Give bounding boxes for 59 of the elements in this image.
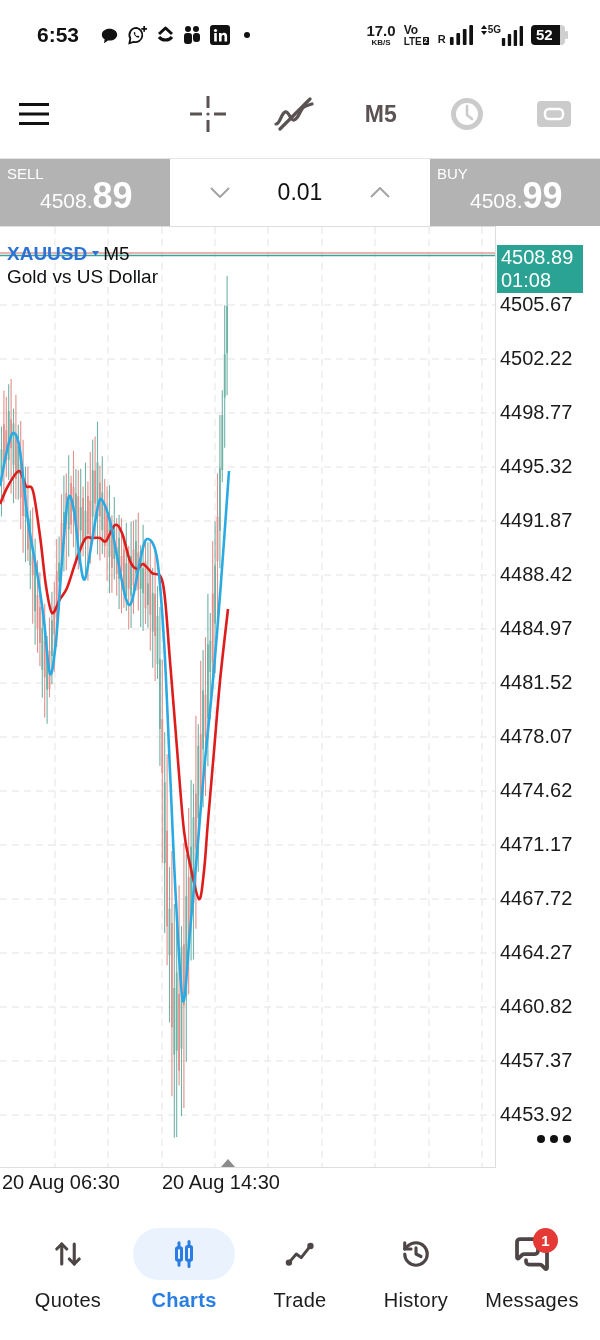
price-label: 4502.22 bbox=[500, 347, 573, 369]
price-label: 4478.07 bbox=[500, 725, 573, 747]
up-down-arrows-icon bbox=[480, 24, 487, 35]
volume-value[interactable]: 0.01 bbox=[277, 175, 323, 210]
price-label: 4481.52 bbox=[500, 671, 573, 693]
battery-level-text: 52 bbox=[536, 25, 553, 45]
history-icon bbox=[401, 1239, 431, 1269]
lte-label: LTE bbox=[403, 35, 422, 47]
price-label: 4474.62 bbox=[500, 779, 573, 801]
price-label: 4495.32 bbox=[500, 455, 573, 477]
menu-icon[interactable] bbox=[19, 103, 49, 125]
triangle-marker-icon[interactable] bbox=[221, 1159, 235, 1167]
price-label: 4467.72 bbox=[500, 887, 573, 909]
people-icon bbox=[183, 25, 202, 45]
chat-bubbles-icon bbox=[514, 1236, 550, 1272]
data-rate-unit: KB/S bbox=[371, 37, 391, 47]
nav-tab[interactable]: Charts bbox=[126, 1228, 242, 1340]
nav-tab[interactable]: Trade bbox=[242, 1228, 358, 1340]
signal-icon bbox=[448, 25, 473, 45]
squiggle-icon[interactable] bbox=[274, 97, 315, 131]
candlestick-icon bbox=[133, 1228, 235, 1280]
current-price: 4508.89 bbox=[501, 246, 575, 269]
volte-label: Vo bbox=[403, 23, 420, 36]
data-rate: 17.0 bbox=[366, 23, 396, 38]
symbol-description: Gold vs US Dollar bbox=[7, 265, 158, 289]
network-type: 5G bbox=[487, 24, 501, 35]
signal-icon bbox=[501, 26, 523, 46]
time-label: 20 Aug 06:30 bbox=[2, 1170, 120, 1193]
battery-icon bbox=[531, 25, 568, 45]
arrows-up-down-icon bbox=[53, 1239, 83, 1269]
status-time: 6:53 bbox=[37, 22, 80, 49]
price-label: 4484.97 bbox=[500, 617, 573, 639]
nav-tab[interactable]: History bbox=[358, 1228, 474, 1340]
chat-phone-icon bbox=[127, 24, 149, 46]
square-logo-icon bbox=[210, 25, 231, 45]
price-label: 4457.37 bbox=[500, 1049, 573, 1071]
more-icon[interactable] bbox=[537, 1135, 571, 1143]
price-label: 4471.17 bbox=[500, 833, 573, 855]
price-label: 4453.92 bbox=[500, 1103, 573, 1125]
price-label: 4491.87 bbox=[500, 509, 573, 531]
time-label: 20 Aug 14:30 bbox=[162, 1170, 280, 1193]
nav-tab[interactable]: Quotes bbox=[10, 1228, 126, 1340]
chevron-down-icon[interactable] bbox=[210, 187, 230, 198]
price-label: 4460.82 bbox=[500, 995, 573, 1017]
caret-down-icon[interactable] bbox=[92, 251, 100, 256]
nav-tab[interactable]: 1 Messages bbox=[474, 1228, 590, 1340]
timeframe-button[interactable]: M5 bbox=[364, 102, 397, 126]
roaming-label: R bbox=[437, 34, 446, 45]
crosshair-icon[interactable] bbox=[189, 96, 226, 132]
price-label: 4505.67 bbox=[500, 293, 573, 315]
price-label: 4498.77 bbox=[500, 401, 573, 423]
price-label: 4488.42 bbox=[500, 563, 573, 585]
notification-badge: 1 bbox=[533, 1228, 558, 1253]
price-label: 4464.27 bbox=[500, 941, 573, 963]
dot-icon bbox=[244, 32, 251, 38]
bar-countdown: 01:08 bbox=[501, 269, 553, 292]
chevron-up-icon[interactable] bbox=[370, 187, 390, 198]
chat-bubble-icon bbox=[101, 26, 119, 44]
chevrons-icon bbox=[157, 25, 175, 45]
